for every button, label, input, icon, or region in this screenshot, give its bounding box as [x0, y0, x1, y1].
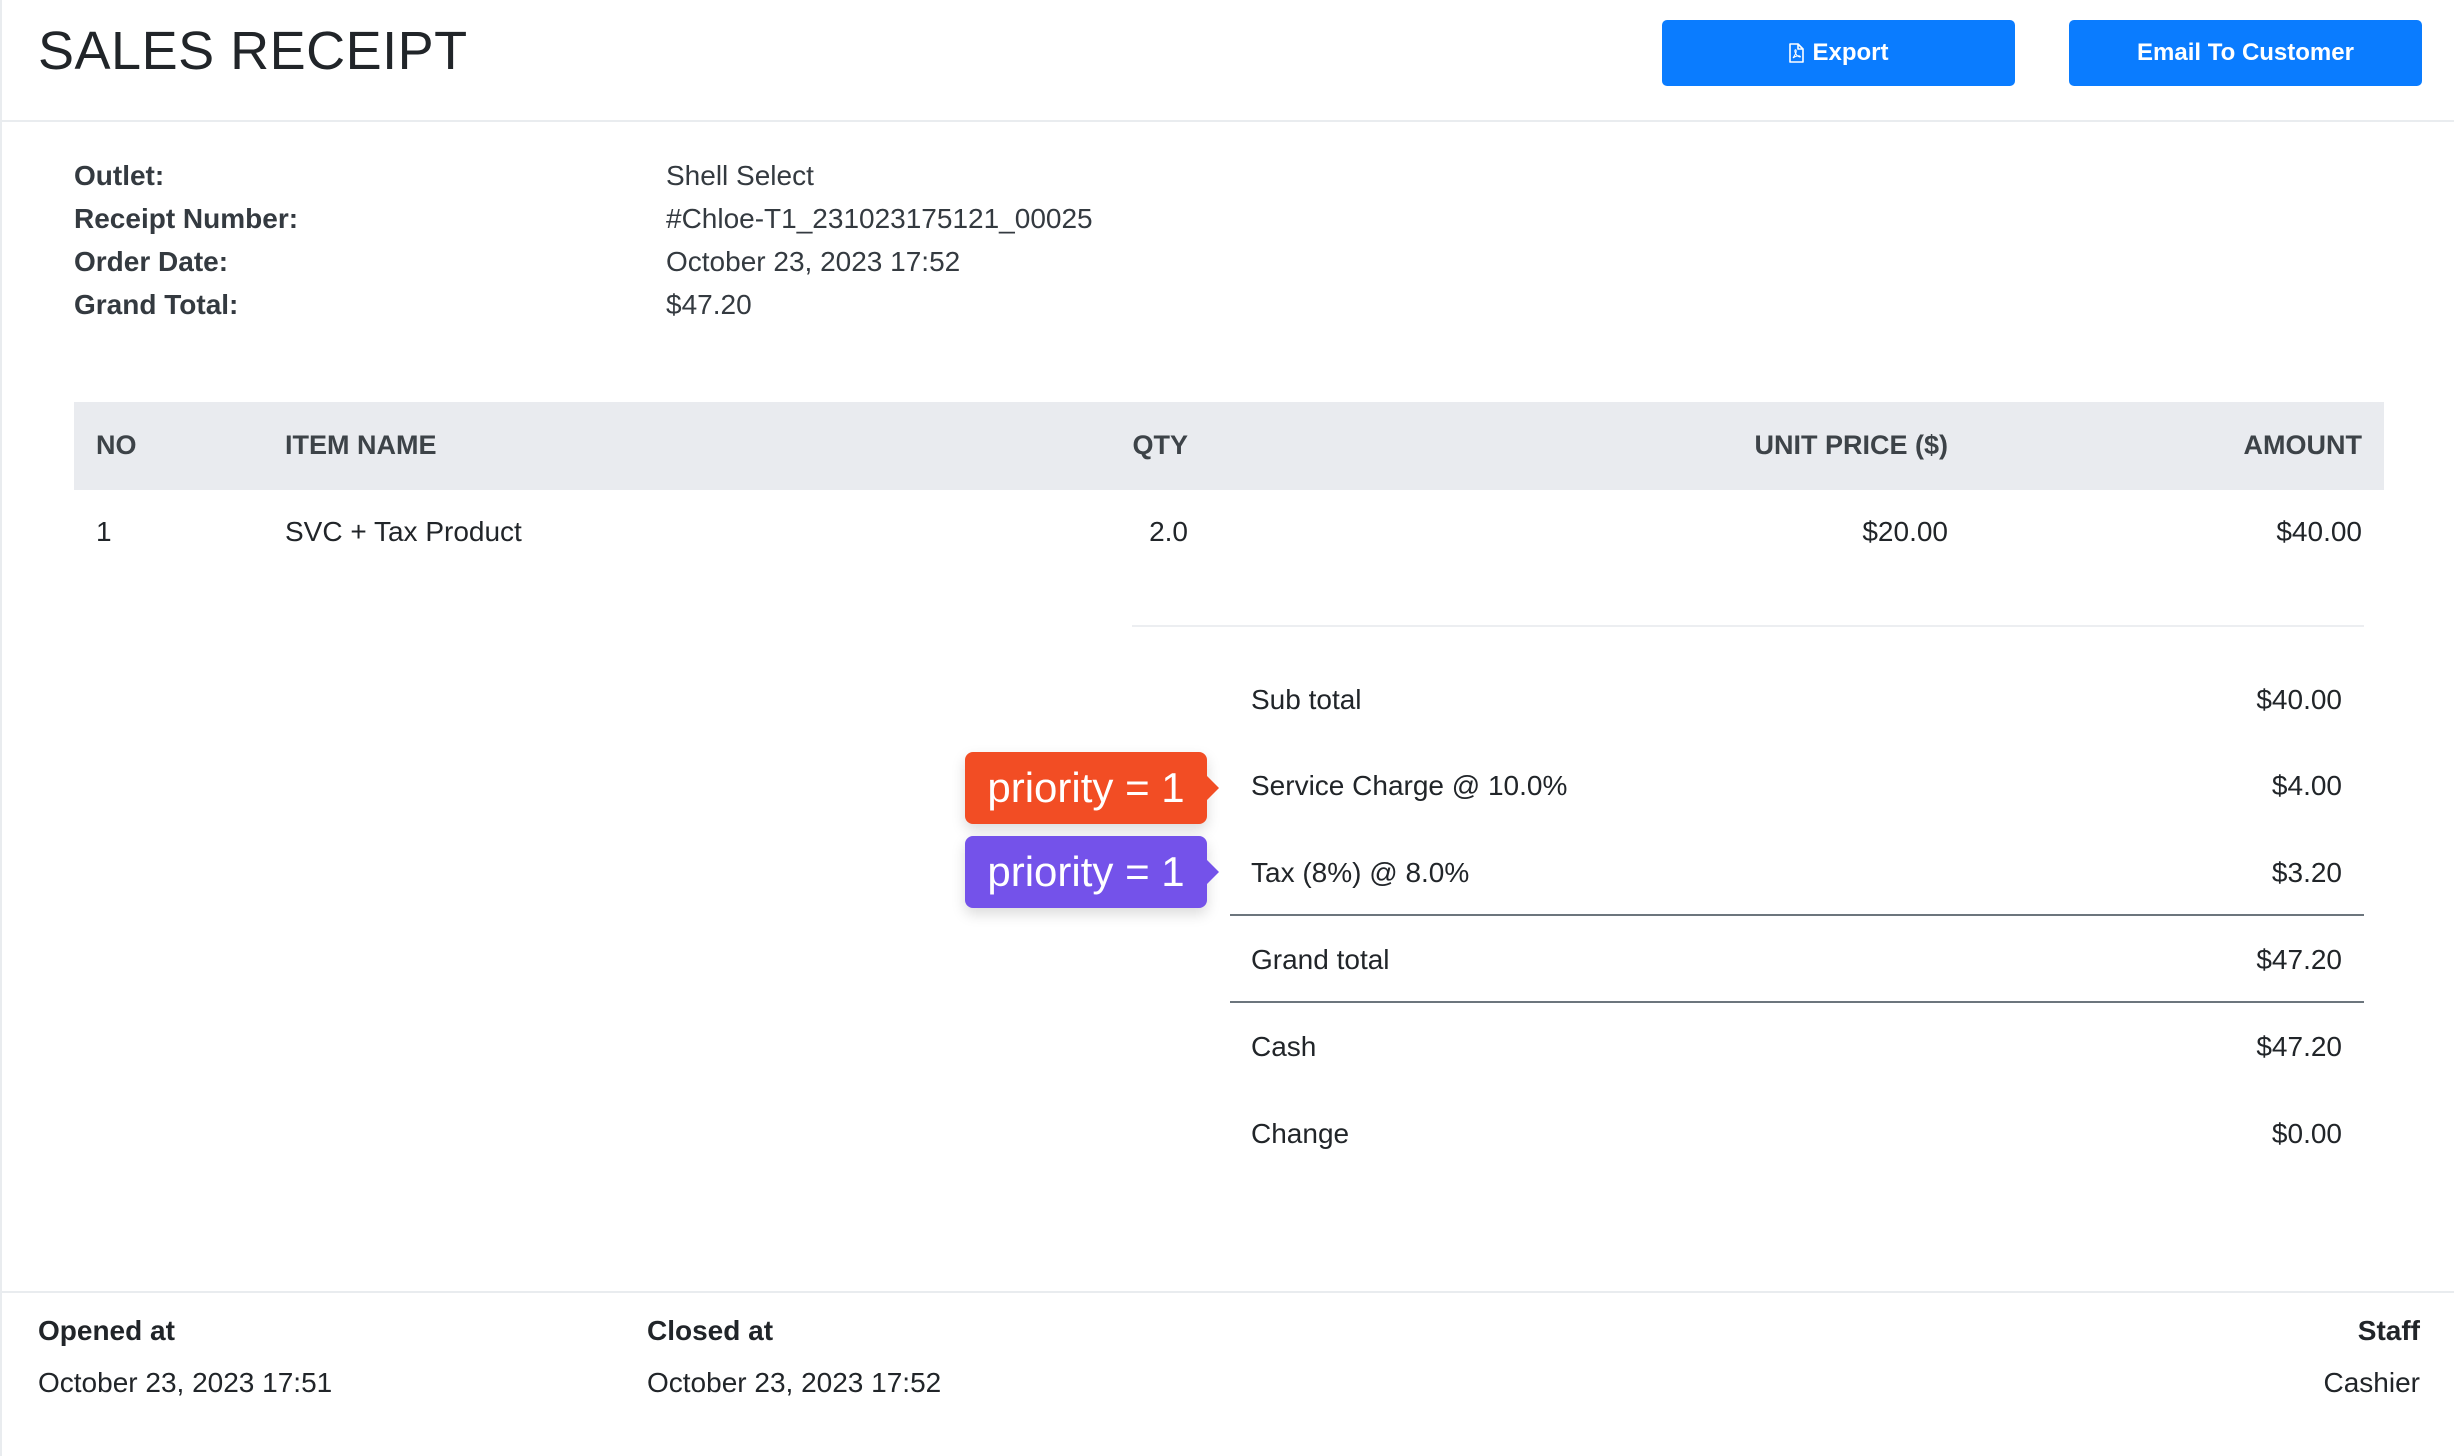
staff-label: Staff	[2357, 1315, 2420, 1346]
receipt-page: SALES RECEIPT Export Email To Customer O…	[0, 0, 2454, 1456]
column-header-item-name: ITEM NAME	[285, 430, 437, 460]
column-header-amount: AMOUNT	[2243, 430, 2362, 460]
page-title: SALES RECEIPT	[38, 21, 468, 81]
meta-row-outlet: Outlet: Shell Select	[74, 160, 1274, 203]
cash-label: Cash	[1251, 1031, 1317, 1062]
order-date-label: Order Date:	[74, 246, 229, 277]
subtotal-label: Sub total	[1251, 684, 1362, 715]
email-to-customer-button[interactable]: Email To Customer	[2069, 20, 2422, 86]
column-header-unit-price: UNIT PRICE ($)	[1754, 430, 1948, 460]
row-item-name: SVC + Tax Product	[285, 516, 522, 547]
closed-at-label: Closed at	[647, 1315, 774, 1346]
subtotal-value: $40.00	[2256, 684, 2342, 715]
order-date-value: October 23, 2023 17:52	[666, 246, 961, 277]
items-table-header: NO ITEM NAME QTY UNIT PRICE ($) AMOUNT	[74, 402, 2384, 490]
closed-at-value: October 23, 2023 17:52	[647, 1367, 942, 1398]
receipt-footer: Opened at October 23, 2023 17:51 Closed …	[2, 1291, 2454, 1456]
change-value: $0.00	[2271, 1118, 2342, 1149]
column-header-no: NO	[96, 430, 137, 460]
receipt-number-label: Receipt Number:	[74, 203, 299, 234]
row-qty: 2.0	[1149, 516, 1188, 547]
change-label: Change	[1251, 1118, 1350, 1149]
page-header: SALES RECEIPT Export Email To Customer	[2, 0, 2454, 122]
grand-total-label: Grand Total:	[74, 289, 239, 320]
meta-row-grand-total: Grand Total: $47.20	[74, 289, 1274, 332]
meta-row-receipt-number: Receipt Number: #Chloe-T1_231023175121_0…	[74, 203, 1274, 246]
opened-at-value: October 23, 2023 17:51	[38, 1367, 333, 1398]
row-unit-price: $20.00	[1862, 516, 1948, 547]
column-header-qty: QTY	[1132, 430, 1188, 460]
grand-total-rule-bottom	[1230, 1001, 2364, 1003]
staff-value: Cashier	[2323, 1367, 2420, 1398]
export-button-label: Export	[1812, 39, 1889, 66]
grand-total-row-label: Grand total	[1251, 944, 1390, 975]
opened-at-label: Opened at	[38, 1315, 175, 1346]
row-amount: $40.00	[2276, 516, 2362, 547]
tax-priority-badge: priority = 1	[965, 836, 1219, 908]
service-charge-label: Service Charge @ 10.0%	[1251, 770, 1568, 801]
grand-total-value: $47.20	[666, 289, 752, 320]
receipt-number-value: #Chloe-T1_231023175121_00025	[666, 203, 1093, 234]
meta-row-order-date: Order Date: October 23, 2023 17:52	[74, 246, 1274, 289]
export-button[interactable]: Export	[1662, 20, 2015, 86]
outlet-label: Outlet:	[74, 160, 165, 191]
tax-label: Tax (8%) @ 8.0%	[1251, 857, 1470, 888]
items-divider	[1132, 625, 2364, 627]
row-no: 1	[96, 516, 112, 547]
pdf-file-icon	[1789, 43, 1805, 63]
outlet-value: Shell Select	[666, 160, 814, 191]
grand-total-rule-top	[1230, 914, 2364, 916]
service-charge-value: $4.00	[2271, 770, 2342, 801]
service-charge-priority-badge: priority = 1	[965, 752, 1219, 824]
email-button-label: Email To Customer	[2137, 39, 2354, 66]
grand-total-row-value: $47.20	[2256, 944, 2342, 975]
cash-value: $47.20	[2256, 1031, 2342, 1062]
tax-value: $3.20	[2271, 857, 2342, 888]
